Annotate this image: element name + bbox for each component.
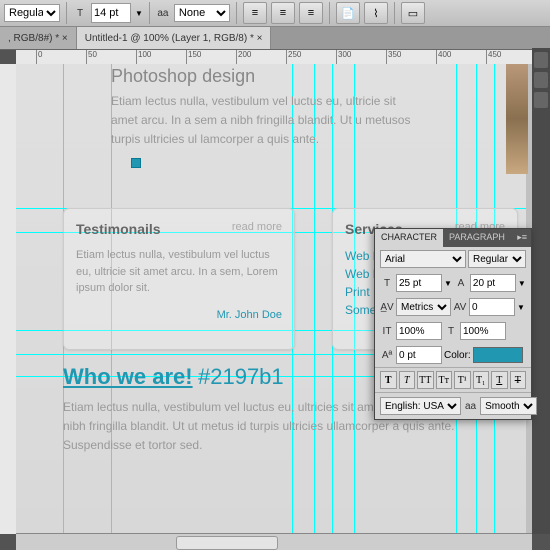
horizontal-scrollbar[interactable]: [16, 533, 532, 550]
baseline-field[interactable]: [396, 346, 442, 364]
transform-handle[interactable]: [131, 158, 141, 168]
testimonials-card: Testimonails read more Etiam lectus null…: [63, 208, 295, 350]
font-family-select[interactable]: Arial: [380, 250, 466, 268]
color-hex-label: #2197b1: [198, 364, 284, 390]
body-text: Etiam lectus nulla, vestibulum vel luctu…: [111, 92, 421, 150]
kerning-select[interactable]: Metrics: [396, 298, 451, 316]
dropdown-icon[interactable]: ▼: [135, 9, 143, 18]
antialias-select[interactable]: Smooth: [480, 397, 537, 415]
smallcaps-button[interactable]: Tᴛ: [436, 371, 453, 389]
allcaps-button[interactable]: TT: [417, 371, 434, 389]
italic-button[interactable]: T: [399, 371, 416, 389]
bold-button[interactable]: T: [380, 371, 397, 389]
testimonial-author: Mr. John Doe: [76, 309, 282, 321]
text-color-swatch[interactable]: [473, 347, 523, 363]
font-size-field[interactable]: [396, 274, 442, 292]
tab-paragraph[interactable]: PARAGRAPH: [443, 229, 511, 247]
tab-character[interactable]: CHARACTER: [375, 229, 443, 247]
dropdown-icon[interactable]: ▼: [517, 303, 525, 312]
vscale-field[interactable]: [396, 322, 442, 340]
superscript-button[interactable]: T¹: [454, 371, 471, 389]
subscript-button[interactable]: T₁: [473, 371, 490, 389]
tab-label: , RGB/8#) * ×: [8, 33, 68, 44]
hscale-icon: T: [444, 324, 458, 338]
antialias-icon: aa: [465, 399, 476, 413]
separator: [66, 2, 67, 24]
panel-icon[interactable]: [534, 72, 548, 88]
font-style-select[interactable]: Regular: [468, 250, 526, 268]
leading-field[interactable]: [470, 274, 516, 292]
tracking-field[interactable]: [469, 298, 515, 316]
scrollbar-thumb[interactable]: [176, 536, 278, 550]
align-left-button[interactable]: ≡: [243, 2, 267, 24]
document-tab[interactable]: Untitled-1 @ 100% (Layer 1, RGB/8) * ×: [77, 27, 272, 49]
panel-icon[interactable]: [534, 52, 548, 68]
dropdown-icon[interactable]: ▼: [444, 279, 452, 288]
font-size-icon: T: [380, 276, 394, 290]
character-panel[interactable]: CHARACTER PARAGRAPH ▸≡ Arial Regular T ▼…: [374, 228, 532, 420]
type-size-icon: T: [73, 6, 87, 20]
image-thumbnail[interactable]: [506, 64, 528, 174]
card-body: Etiam lectus nulla, vestibulum vel luctu…: [76, 247, 282, 297]
section-title: Photoshop design: [111, 66, 255, 87]
kerning-icon: A̲V: [380, 300, 394, 314]
font-weight-select[interactable]: Regular: [4, 4, 60, 22]
read-more-link[interactable]: read more: [232, 221, 282, 233]
panel-toggle-button[interactable]: ▭: [401, 2, 425, 24]
dropdown-icon[interactable]: ▼: [518, 279, 526, 288]
vertical-ruler[interactable]: [0, 64, 17, 534]
leading-icon: A: [454, 276, 468, 290]
language-select[interactable]: English: USA: [380, 397, 461, 415]
tab-label: Untitled-1 @ 100% (Layer 1, RGB/8) * ×: [85, 33, 263, 44]
align-center-button[interactable]: ≡: [271, 2, 295, 24]
who-we-are-heading: Who we are!: [63, 364, 193, 390]
tracking-icon: AV: [453, 300, 467, 314]
underline-button[interactable]: T: [491, 371, 508, 389]
right-tool-dock: [532, 48, 550, 534]
align-right-button[interactable]: ≡: [299, 2, 323, 24]
char-panel-button[interactable]: 📄: [336, 2, 360, 24]
warp-text-button[interactable]: ⌇: [364, 2, 388, 24]
strikethrough-button[interactable]: T: [510, 371, 527, 389]
separator: [329, 2, 330, 24]
separator: [149, 2, 150, 24]
card-title: Testimonails: [76, 221, 161, 237]
font-size-input[interactable]: [91, 3, 131, 23]
baseline-icon: Aª: [380, 348, 394, 362]
panel-menu-icon[interactable]: ▸≡: [513, 229, 531, 247]
document-tab[interactable]: , RGB/8#) * ×: [0, 27, 77, 49]
hscale-field[interactable]: [460, 322, 506, 340]
separator: [394, 2, 395, 24]
panel-icon[interactable]: [534, 92, 548, 108]
antialias-icon: aa: [156, 6, 170, 20]
antialias-select[interactable]: None: [174, 4, 230, 22]
color-label: Color:: [444, 350, 471, 361]
vscale-icon: IT: [380, 324, 394, 338]
separator: [236, 2, 237, 24]
